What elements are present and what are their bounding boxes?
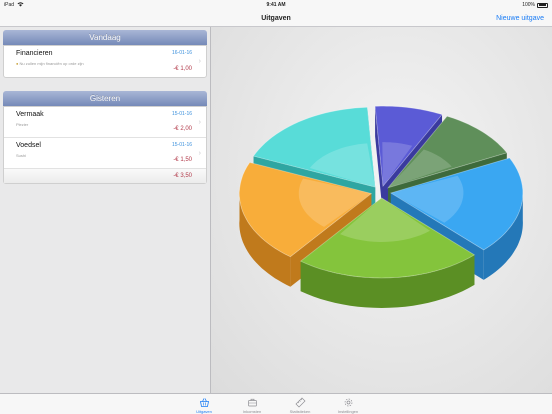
page-title: Uitgaven [261,14,291,22]
chevron-right-icon: › [198,150,201,157]
battery-percent: 100% [522,2,535,8]
expense-date: 15-01-16 [171,111,192,117]
expense-note-text: Nu zullen mijn financiën op orde zijn [19,61,84,66]
tab-label: Inkomsten [242,409,262,414]
tab-instellingen[interactable]: Instellingen [331,394,365,414]
navigation-bar: Uitgaven Nieuwe uitgave [0,10,552,27]
expense-date: 16-01-16 [171,50,192,56]
status-bar: iPad 9:41 AM 100% [0,0,552,10]
tab-label: Statistieken [289,409,311,414]
tab-bar: Uitgaven Inkomsten Statistieken Instelli… [0,393,552,414]
expense-amount: -€ 1,00 [173,66,192,72]
expense-row[interactable]: Voedsel Sushi 15-01-16 -€ 1,50 › [4,138,206,169]
expense-note: Plezier [16,122,29,127]
ruler-icon [295,397,305,408]
status-left: iPad [4,1,64,9]
chart-panel [211,27,552,393]
expense-name: Financieren [16,50,53,57]
tab-inkomsten[interactable]: Inkomsten [235,394,269,414]
device-label: iPad [4,2,15,8]
expense-row[interactable]: Vermaak Plezier 15-01-16 -€ 2,00 › [4,107,206,138]
section-header-today: Vandaag [3,30,207,45]
expense-name: Voedsel [16,142,41,149]
chevron-right-icon: › [198,119,201,126]
wifi-icon [17,1,24,9]
tab-statistieken[interactable]: Statistieken [283,394,317,414]
section-total: -€ 3,50 [4,169,206,183]
expense-amount: -€ 1,50 [173,157,192,163]
section-yesterday: Vermaak Plezier 15-01-16 -€ 2,00 › Voeds… [3,106,207,184]
expense-list[interactable]: Vandaag Financieren ● Nu zullen mijn fin… [0,27,211,393]
expense-note: Sushi [16,153,27,158]
expense-note: ● Nu zullen mijn financiën op orde zijn [16,61,194,66]
money-bag-icon: ● [16,61,19,66]
basket-icon [199,398,209,407]
briefcase-icon [247,398,257,407]
expense-date: 15-01-16 [171,142,192,148]
section-total-amount: -€ 3,50 [173,173,192,179]
expense-pie-chart[interactable] [211,27,552,393]
section-header-yesterday: Gisteren [3,91,207,106]
status-time: 9:41 AM [266,2,286,8]
status-right: 100% [488,2,548,8]
chevron-right-icon: › [198,58,201,65]
section-today: Financieren ● Nu zullen mijn financiën o… [3,45,207,78]
new-expense-button[interactable]: Nieuwe uitgave [496,15,544,22]
gear-icon [344,398,352,407]
expense-row[interactable]: Financieren ● Nu zullen mijn financiën o… [4,46,206,77]
tab-label: Uitgaven [196,409,212,414]
expense-name: Vermaak [16,111,44,118]
tab-label: Instellingen [337,409,359,414]
battery-icon [537,2,548,8]
expense-amount: -€ 2,00 [173,126,192,132]
tab-uitgaven[interactable]: Uitgaven [187,394,221,414]
